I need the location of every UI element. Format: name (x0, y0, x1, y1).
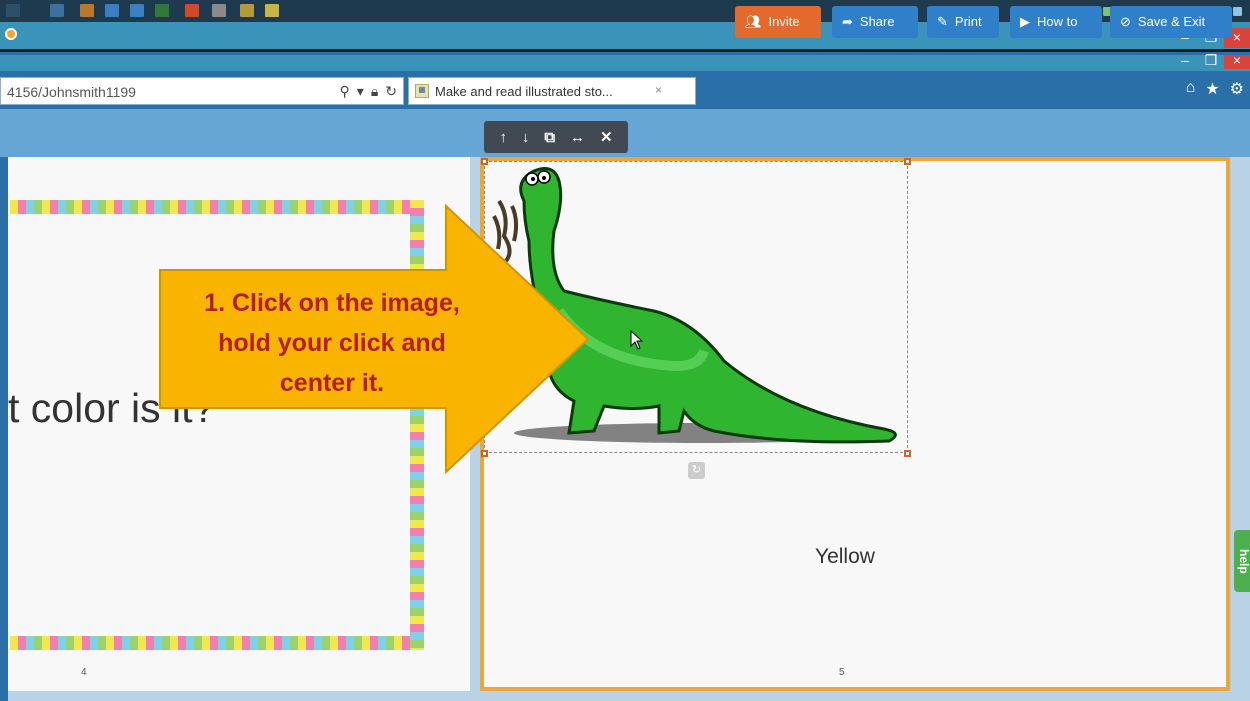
start-icon[interactable] (6, 4, 20, 17)
tray-icon[interactable] (1233, 6, 1242, 16)
restore-button[interactable]: ❐ (1198, 53, 1224, 69)
app-icon[interactable] (265, 4, 279, 17)
resize-handle[interactable] (904, 158, 911, 165)
help-tab[interactable]: help (1234, 530, 1250, 592)
instruction-line: center it. (279, 369, 385, 397)
app-icon (5, 28, 17, 40)
instruction-text: 1. Click on the image, hold your click a… (172, 283, 492, 403)
inner-window-controls: – ❐ × (1172, 53, 1250, 69)
powerpoint-icon[interactable] (185, 4, 199, 17)
browser-icons: ⌂ ★ ⚙ (1186, 79, 1244, 99)
mouse-cursor-icon (630, 330, 644, 350)
border-bottom (10, 636, 424, 650)
app-icon[interactable] (50, 4, 64, 17)
close-button[interactable]: × (1224, 53, 1250, 69)
video-icon: ▶ (1020, 14, 1030, 29)
check-circle-icon: ⊘ (1120, 14, 1131, 29)
invite-button[interactable]: 👥︎ Invite (735, 6, 821, 38)
instruction-line: hold your click and (218, 329, 446, 357)
screen: – ❐ × – ❐ × 4156/Johnsmith1199 ⚲ ▾ 🔒︎ ↻ … (0, 0, 1250, 701)
refresh-icon[interactable]: ↻ (385, 83, 397, 100)
print-icon: ✎ (937, 14, 948, 29)
share-button[interactable]: ➦ Share (832, 6, 918, 38)
app-icon[interactable] (80, 4, 94, 17)
rotate-handle-icon[interactable]: ↻ (688, 462, 705, 479)
dropdown-icon[interactable]: ▾ (357, 83, 364, 100)
browser-bar: 4156/Johnsmith1199 ⚲ ▾ 🔒︎ ↻ ▦ Make and r… (0, 71, 1250, 109)
tab-title: Make and read illustrated sto... (435, 84, 613, 99)
move-up-icon[interactable]: ↑ (499, 129, 507, 146)
page-text[interactable]: Yellow (815, 545, 875, 569)
tab-close-icon[interactable]: × (655, 83, 662, 97)
page-number: 5 (839, 667, 845, 678)
gear-icon[interactable]: ⚙ (1230, 79, 1244, 99)
search-icon[interactable]: ⚲ (340, 83, 350, 100)
save-exit-button[interactable]: ⊘ Save & Exit (1110, 6, 1232, 38)
browser-tab[interactable]: ▦ Make and read illustrated sto... × (408, 77, 696, 105)
inner-titlebar (0, 55, 1250, 71)
users-icon: 👥︎ (745, 14, 762, 29)
address-text: 4156/Johnsmith1199 (7, 84, 136, 100)
duplicate-icon[interactable]: ⧉ (544, 129, 555, 146)
address-bar[interactable]: 4156/Johnsmith1199 ⚲ ▾ 🔒︎ ↻ (0, 77, 404, 105)
excel-icon[interactable] (155, 4, 169, 17)
lock-icon[interactable]: 🔒︎ (371, 83, 378, 100)
howto-button[interactable]: ▶ How to (1010, 6, 1102, 38)
save-label: Save & Exit (1137, 14, 1206, 29)
print-button[interactable]: ✎ Print (927, 6, 999, 38)
move-down-icon[interactable]: ↓ (522, 129, 530, 146)
print-label: Print (954, 14, 982, 29)
share-icon: ➦ (842, 14, 853, 29)
instruction-line: 1. Click on the image, (204, 289, 460, 317)
howto-label: How to (1037, 14, 1078, 29)
home-icon[interactable]: ⌂ (1186, 79, 1196, 99)
resize-handle[interactable] (481, 158, 488, 165)
app-icon[interactable] (130, 4, 144, 17)
delete-icon[interactable]: ✕ (600, 128, 613, 146)
flip-icon[interactable]: ↔ (570, 129, 585, 146)
invite-label: Invite (768, 14, 800, 29)
app-icon[interactable] (212, 4, 226, 17)
share-label: Share (859, 14, 895, 29)
star-icon[interactable]: ★ (1205, 79, 1219, 99)
app-icon[interactable] (240, 4, 254, 17)
browser-icon[interactable] (105, 4, 119, 17)
favicon-icon: ▦ (415, 84, 429, 98)
resize-handle[interactable] (904, 450, 911, 457)
address-icons: ⚲ ▾ 🔒︎ ↻ (340, 83, 397, 100)
image-toolbar: ↑ ↓ ⧉ ↔ ✕ (484, 121, 628, 153)
page-number: 4 (81, 667, 87, 678)
minimize-button[interactable]: – (1172, 53, 1198, 69)
